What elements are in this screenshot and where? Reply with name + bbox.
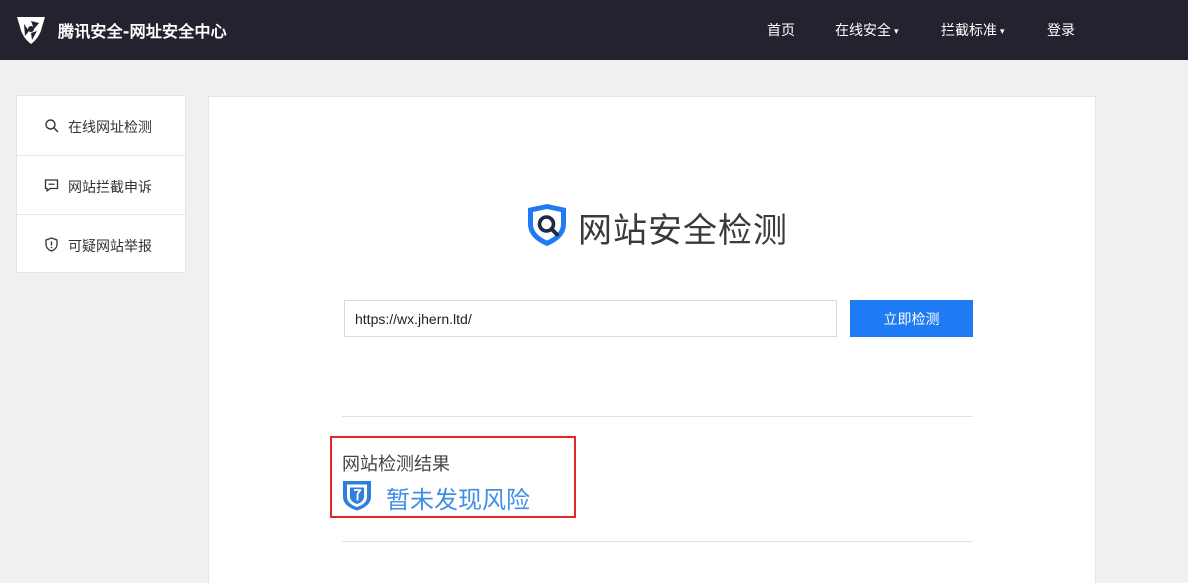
sidebar-item-report[interactable]: 可疑网站举报	[17, 214, 185, 273]
sidebar-item-label: 在线网址检测	[68, 120, 152, 136]
nav-block-standards-label: 拦截标准	[941, 23, 997, 39]
nav-home-label: 首页	[767, 23, 795, 39]
result-heading: 网站检测结果	[342, 454, 450, 475]
main-content-card: 网站安全检测 立即检测 网站检测结果 暂未发现风险	[208, 96, 1096, 583]
page-title: 网站安全检测	[578, 211, 788, 251]
site-brand-title[interactable]: 腾讯安全-网址安全中心	[58, 18, 227, 42]
check-now-button[interactable]: 立即检测	[850, 300, 973, 337]
safe-shield-icon	[343, 481, 371, 511]
caret-down-icon: ▾	[1000, 27, 1005, 37]
result-status-text: 暂未发现风险	[386, 486, 530, 514]
chat-icon	[44, 179, 59, 192]
sidebar-item-url-check[interactable]: 在线网址检测	[17, 96, 185, 155]
sidebar-item-label: 可疑网站举报	[68, 239, 152, 255]
sidebar-item-appeal[interactable]: 网站拦截申诉	[17, 155, 185, 214]
nav-login-label: 登录	[1047, 23, 1075, 39]
divider	[342, 416, 973, 417]
sidebar-item-label: 网站拦截申诉	[68, 180, 152, 196]
divider	[342, 541, 973, 542]
result-highlight-box: 网站检测结果 暂未发现风险	[330, 436, 576, 518]
nav-online-security-label: 在线安全	[835, 23, 891, 39]
tencent-security-logo-icon[interactable]	[14, 12, 48, 46]
search-icon	[45, 119, 59, 133]
security-check-logo-icon	[528, 204, 566, 246]
caret-down-icon: ▾	[894, 27, 899, 37]
nav-block-standards[interactable]: 拦截标准 ▾	[941, 20, 1005, 40]
top-navbar: 腾讯安全-网址安全中心 首页 在线安全 ▾ 拦截标准 ▾ 登录	[0, 0, 1188, 60]
shield-alert-icon	[45, 237, 58, 252]
sidebar: 在线网址检测 网站拦截申诉 可疑网站举报	[16, 95, 186, 273]
nav-login[interactable]: 登录	[1047, 20, 1075, 40]
nav-home[interactable]: 首页	[767, 20, 795, 40]
nav-online-security[interactable]: 在线安全 ▾	[835, 20, 899, 40]
url-input[interactable]	[344, 300, 837, 337]
